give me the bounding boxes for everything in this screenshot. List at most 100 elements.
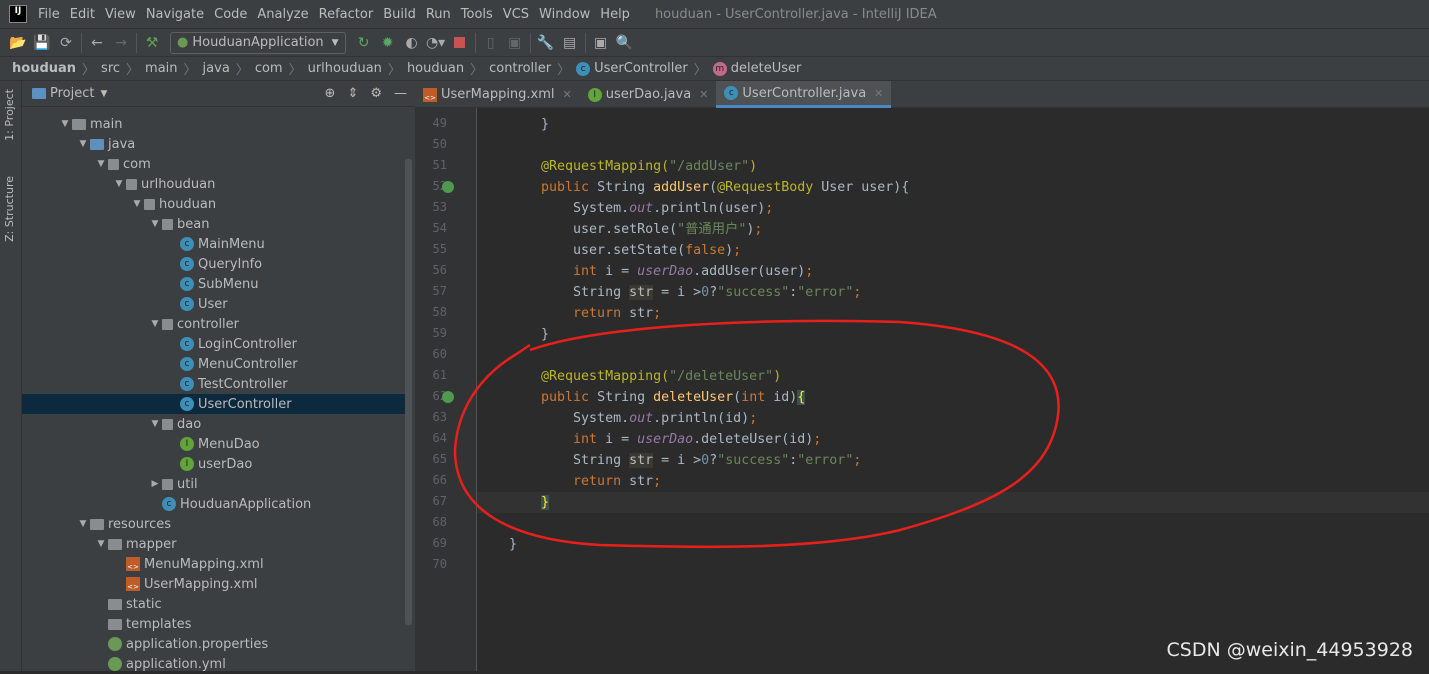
menu-run[interactable]: Run — [421, 7, 456, 22]
settings-wrench-icon[interactable]: 🔧 — [534, 32, 558, 54]
menu-help[interactable]: Help — [595, 7, 635, 22]
rerun-icon[interactable]: ↻ — [352, 32, 376, 54]
tree-item-menudao[interactable]: I MenuDao — [22, 434, 405, 454]
tree-item-logincontroller[interactable]: c LoginController — [22, 334, 405, 354]
tree-item-submenu[interactable]: c SubMenu — [22, 274, 405, 294]
tree-item-houduanapplication[interactable]: c HouduanApplication — [22, 494, 405, 514]
chevron-down-icon[interactable]: ▼ — [76, 519, 90, 529]
tree-item-static[interactable]: static — [22, 594, 405, 614]
tab-usercontroller-java[interactable]: c UserController.java ✕ — [716, 81, 892, 108]
sync-icon[interactable]: ⟳ — [54, 32, 78, 54]
tree-item-userdao[interactable]: IuserDao — [22, 454, 405, 474]
tree-item-menucontroller[interactable]: c MenuController — [22, 354, 405, 374]
chevron-down-icon[interactable]: ▼ — [94, 159, 108, 169]
tree-item-controller[interactable]: ▼ controller — [22, 314, 405, 334]
close-icon[interactable]: ✕ — [563, 88, 572, 101]
device-icon[interactable]: ▯ — [479, 32, 503, 54]
chevron-down-icon[interactable]: ▼ — [76, 139, 90, 149]
tree-item-resources[interactable]: ▼ resources — [22, 514, 405, 534]
line-number: 60 — [432, 347, 447, 361]
project-scrollbar[interactable] — [405, 159, 412, 625]
breadcrumb-item[interactable]: main 〉 — [145, 59, 203, 78]
chevron-down-icon[interactable]: ▼ — [148, 319, 162, 329]
tree-item-application-yml[interactable]: application.yml — [22, 654, 405, 674]
tab-project[interactable]: 1: Project — [3, 89, 16, 141]
menu-edit[interactable]: Edit — [65, 7, 100, 22]
chevron-down-icon[interactable]: ▼ — [130, 199, 144, 209]
spring-endpoint-icon[interactable] — [442, 391, 454, 403]
tree-item-dao[interactable]: ▼ dao — [22, 414, 405, 434]
chevron-down-icon[interactable]: ▼ — [100, 89, 107, 99]
menu-build[interactable]: Build — [378, 7, 421, 22]
tree-item-application-properties[interactable]: application.properties — [22, 634, 405, 654]
tree-item-java[interactable]: ▼ java — [22, 134, 405, 154]
breadcrumb-item[interactable]: com 〉 — [255, 59, 308, 78]
menu-file[interactable]: File — [33, 7, 65, 22]
build-icon[interactable]: ⚒ — [140, 32, 164, 54]
breadcrumb-item[interactable]: houduan 〉 — [12, 59, 101, 78]
breadcrumb-item[interactable]: src 〉 — [101, 59, 145, 78]
tree-item-usercontroller[interactable]: c UserController — [22, 394, 405, 414]
tree-item-urlhouduan[interactable]: ▼ urlhouduan — [22, 174, 405, 194]
tree-item-houduan[interactable]: ▼ houduan — [22, 194, 405, 214]
save-icon[interactable]: 💾 — [30, 32, 54, 54]
tree-item-menumapping-xml[interactable]: <> MenuMapping.xml — [22, 554, 405, 574]
chevron-down-icon[interactable]: ▼ — [148, 219, 162, 229]
breadcrumb-item[interactable]: java 〉 — [203, 59, 255, 78]
locate-icon[interactable]: ⊕ — [325, 86, 336, 101]
run-configuration-select[interactable]: ● HouduanApplication ▼ — [170, 31, 346, 54]
spring-endpoint-icon[interactable] — [442, 181, 454, 193]
menu-code[interactable]: Code — [209, 7, 252, 22]
tab-usermapping-xml[interactable]: <> UserMapping.xml ✕ — [415, 81, 580, 108]
tree-item-testcontroller[interactable]: c TestController — [22, 374, 405, 394]
breadcrumb-item[interactable]: c UserController 〉 — [576, 59, 713, 78]
minimize-icon[interactable]: — — [394, 86, 407, 101]
menu-analyze[interactable]: Analyze — [252, 7, 313, 22]
tree-item-com[interactable]: ▼ com — [22, 154, 405, 174]
deploy-icon[interactable]: ▣ — [503, 32, 527, 54]
tree-item-bean[interactable]: ▼ bean — [22, 214, 405, 234]
open-icon[interactable]: 📂 — [6, 32, 30, 54]
tree-item-util[interactable]: ▶ util — [22, 474, 405, 494]
tab-structure[interactable]: Z: Structure — [3, 176, 16, 242]
terminal-icon[interactable]: ▣ — [589, 32, 613, 54]
code-token: int — [509, 264, 606, 279]
profile-icon[interactable]: ◔▾ — [424, 32, 448, 54]
code-area[interactable]: } @RequestMapping("/addUser") public Str… — [477, 108, 1429, 671]
breadcrumb-item[interactable]: m deleteUser — [712, 61, 801, 76]
back-icon[interactable]: ← — [85, 32, 109, 54]
menu-window[interactable]: Window — [534, 7, 595, 22]
menu-tools[interactable]: Tools — [456, 7, 498, 22]
tree-item-user[interactable]: c User — [22, 294, 405, 314]
chevron-down-icon[interactable]: ▼ — [148, 419, 162, 429]
chevron-down-icon[interactable]: ▼ — [112, 179, 126, 189]
collapse-icon[interactable]: ⇕ — [347, 86, 358, 101]
close-icon[interactable]: ✕ — [699, 88, 708, 101]
forward-icon[interactable]: → — [109, 32, 133, 54]
search-icon[interactable]: 🔍 — [613, 32, 637, 54]
chevron-down-icon[interactable]: ▼ — [94, 539, 108, 549]
breadcrumb-item[interactable]: houduan 〉 — [407, 59, 489, 78]
tab-userdao-java[interactable]: IuserDao.java ✕ — [580, 81, 717, 108]
tree-item-mainmenu[interactable]: c MainMenu — [22, 234, 405, 254]
coverage-icon[interactable]: ◐ — [400, 32, 424, 54]
chevron-down-icon[interactable]: ▼ — [58, 119, 72, 129]
gear-icon[interactable]: ⚙ — [370, 86, 382, 101]
close-icon[interactable]: ✕ — [874, 87, 883, 100]
menu-vcs[interactable]: VCS — [498, 7, 534, 22]
menu-refactor[interactable]: Refactor — [314, 7, 379, 22]
breadcrumb-item[interactable]: controller 〉 — [489, 59, 576, 78]
tree-item-mapper[interactable]: ▼ mapper — [22, 534, 405, 554]
breadcrumb-item[interactable]: urlhouduan 〉 — [308, 59, 407, 78]
tree-item-templates[interactable]: templates — [22, 614, 405, 634]
project-panel-title[interactable]: Project — [50, 86, 94, 101]
chevron-right-icon[interactable]: ▶ — [148, 479, 162, 489]
menu-navigate[interactable]: Navigate — [141, 7, 209, 22]
tree-item-main[interactable]: ▼ main — [22, 114, 405, 134]
stop-icon[interactable] — [448, 32, 472, 54]
debug-icon[interactable]: ✹ — [376, 32, 400, 54]
project-structure-icon[interactable]: ▤ — [558, 32, 582, 54]
tree-item-usermapping-xml[interactable]: <> UserMapping.xml — [22, 574, 405, 594]
tree-item-queryinfo[interactable]: c QueryInfo — [22, 254, 405, 274]
menu-view[interactable]: View — [100, 7, 141, 22]
